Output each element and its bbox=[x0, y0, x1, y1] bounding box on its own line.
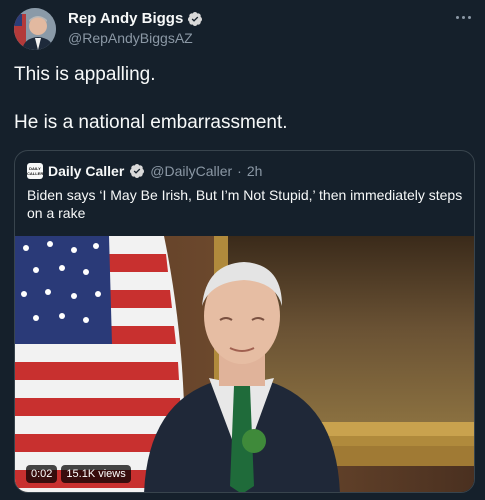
video-player[interactable]: 0:02 15.1K views bbox=[15, 236, 474, 492]
video-views: 15.1K views bbox=[61, 465, 131, 483]
video-frame bbox=[15, 236, 474, 492]
quoted-author-name[interactable]: Daily Caller bbox=[48, 163, 124, 179]
author-block: Rep Andy Biggs @RepAndyBiggsAZ bbox=[68, 10, 203, 46]
video-badges: 0:02 15.1K views bbox=[26, 465, 131, 483]
quoted-tweet-header: DAILY CALLER Daily Caller @DailyCaller ·… bbox=[27, 163, 262, 179]
quoted-timestamp[interactable]: 2h bbox=[247, 163, 263, 179]
author-name[interactable]: Rep Andy Biggs bbox=[68, 10, 183, 27]
more-options-icon[interactable] bbox=[453, 10, 473, 24]
verified-badge-icon bbox=[129, 163, 145, 179]
separator-dot: · bbox=[237, 163, 242, 179]
quoted-author-handle[interactable]: @DailyCaller bbox=[150, 163, 232, 179]
daily-caller-logo: DAILY CALLER bbox=[27, 163, 43, 179]
tweet-text: This is appalling. He is a national emba… bbox=[14, 62, 474, 158]
tweet-line-1: This is appalling. bbox=[14, 64, 156, 85]
author-handle[interactable]: @RepAndyBiggsAZ bbox=[68, 30, 203, 46]
tweet-line-2: He is a national embarrassment. bbox=[14, 112, 288, 133]
video-duration: 0:02 bbox=[26, 465, 58, 483]
quoted-tweet-text: Biden says ‘I May Be Irish, But I’m Not … bbox=[27, 187, 463, 221]
verified-badge-icon bbox=[187, 11, 203, 27]
quoted-tweet[interactable]: DAILY CALLER Daily Caller @DailyCaller ·… bbox=[14, 150, 475, 493]
tweet-card: Rep Andy Biggs @RepAndyBiggsAZ This is a… bbox=[0, 0, 485, 500]
avatar[interactable] bbox=[14, 8, 56, 50]
